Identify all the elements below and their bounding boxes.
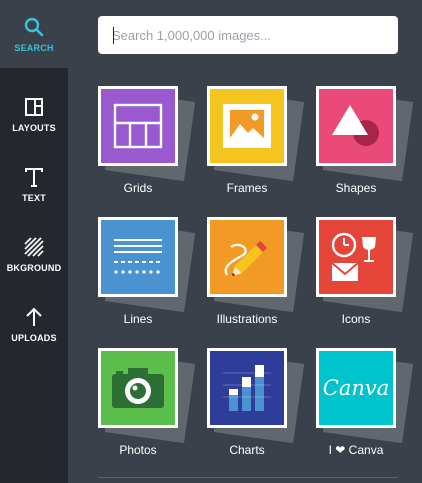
frame-icon: [207, 86, 287, 166]
search-input[interactable]: [98, 16, 398, 54]
tile-label: Charts: [229, 443, 265, 457]
tile-label: Illustrations: [216, 312, 278, 326]
grid-icon: [98, 86, 178, 166]
camera-icon: [98, 348, 178, 428]
background-icon: [23, 236, 45, 258]
tile-label: Photos: [119, 443, 157, 457]
search-icon: [23, 16, 45, 38]
canva-logo: Canva: [316, 348, 396, 428]
upload-arrow-icon: [23, 306, 45, 328]
tile-i-love-canva[interactable]: Canva I ❤ Canva: [316, 348, 416, 457]
sidebar: SEARCH LAYOUTS TEXT BKGROUND UPLOADS: [0, 0, 68, 483]
nav-label-layouts: LAYOUTS: [12, 122, 56, 133]
tile-shapes[interactable]: Shapes: [316, 86, 416, 195]
nav-uploads[interactable]: UPLOADS: [0, 290, 68, 358]
tile-label: Grids: [123, 181, 153, 195]
tile-lines[interactable]: Lines: [98, 217, 198, 326]
nav-layouts[interactable]: LAYOUTS: [0, 80, 68, 148]
bar-chart-icon: [207, 348, 287, 428]
nav-label-background: BKGROUND: [6, 262, 62, 273]
tile-grids[interactable]: Grids: [98, 86, 198, 195]
tile-frames[interactable]: Frames: [207, 86, 307, 195]
search-box: [98, 16, 398, 54]
layouts-icon: [23, 96, 45, 118]
nav-search[interactable]: SEARCH: [0, 0, 68, 68]
icons-icon: [316, 217, 396, 297]
nav-label-search: SEARCH: [14, 42, 54, 53]
canva-logo-text: Canva: [322, 376, 390, 400]
tile-label: Shapes: [335, 181, 377, 195]
tile-label: Icons: [341, 312, 371, 326]
tile-label: Frames: [226, 181, 268, 195]
text-icon: [23, 166, 45, 188]
nav-label-text: TEXT: [22, 192, 46, 203]
tile-icons[interactable]: Icons: [316, 217, 416, 326]
tile-photos[interactable]: Photos: [98, 348, 198, 457]
nav-text[interactable]: TEXT: [0, 150, 68, 218]
tile-illustrations[interactable]: Illustrations: [207, 217, 307, 326]
nav-label-uploads: UPLOADS: [11, 332, 57, 343]
tile-charts[interactable]: Charts: [207, 348, 307, 457]
text-caret: [113, 27, 114, 44]
shapes-icon: [316, 86, 396, 166]
pencil-icon: [207, 217, 287, 297]
lines-icon: [98, 217, 178, 297]
tile-label: I ❤ Canva: [328, 443, 384, 457]
tile-label: Lines: [123, 312, 153, 326]
nav-background[interactable]: BKGROUND: [0, 220, 68, 288]
divider: [98, 477, 398, 478]
